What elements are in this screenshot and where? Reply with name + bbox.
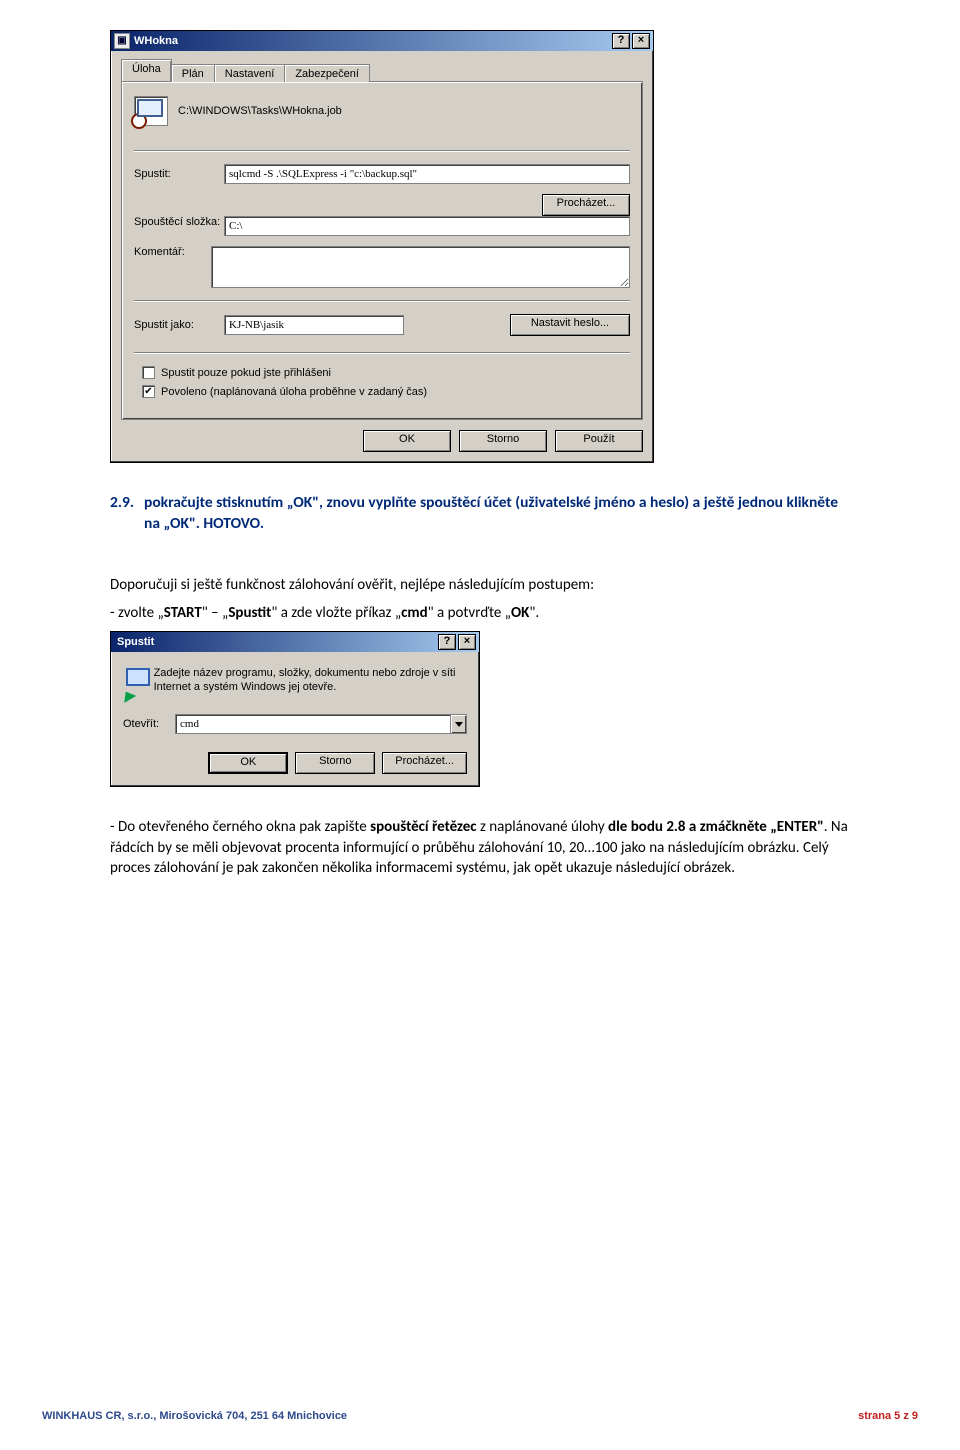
- cancel-button[interactable]: Storno: [459, 430, 547, 452]
- run-icon: [123, 666, 144, 698]
- comment-input[interactable]: [211, 246, 630, 288]
- divider: [134, 150, 630, 152]
- doc-para-intro: Doporučuji si ještě funkčnost zálohování…: [110, 575, 850, 595]
- open-input[interactable]: [175, 714, 451, 734]
- help-button[interactable]: ?: [612, 33, 630, 49]
- run-close-button[interactable]: ×: [458, 634, 476, 650]
- close-button[interactable]: ×: [632, 33, 650, 49]
- task-title: WHokna: [134, 35, 178, 47]
- task-path: C:\WINDOWS\Tasks\WHokna.job: [178, 105, 342, 117]
- label-startfolder: Spouštěcí složka:: [134, 216, 224, 228]
- label-only-logged: Spustit pouze pokud jste přihlášeni: [161, 367, 331, 379]
- tab-security[interactable]: Zabezpečení: [284, 64, 370, 82]
- chevron-down-icon: [455, 720, 463, 728]
- task-titlebar[interactable]: ▣ WHokna ? ×: [111, 31, 653, 51]
- run-title: Spustit: [117, 636, 154, 648]
- checkbox-enabled[interactable]: ✔: [142, 385, 155, 398]
- checkbox-only-logged[interactable]: [142, 366, 155, 379]
- doc-para-after: - Do otevřeného černého okna pak zapište…: [110, 817, 850, 878]
- doc-para-bullet: - zvolte „START" – „Spustit" a zde vložt…: [110, 603, 850, 623]
- set-password-button[interactable]: Nastavit heslo...: [510, 314, 630, 336]
- browse-button[interactable]: Procházet...: [542, 194, 630, 216]
- label-enabled: Povoleno (naplánovaná úloha proběhne v z…: [161, 386, 427, 398]
- open-dropdown-button[interactable]: [450, 714, 467, 734]
- step-number: 2.9.: [110, 493, 144, 535]
- run-titlebar[interactable]: Spustit ? ×: [111, 632, 479, 652]
- task-dialog: ▣ WHokna ? × Úloha Plán Nastavení Zabezp…: [110, 30, 654, 463]
- run-help-button[interactable]: ?: [438, 634, 456, 650]
- page-footer: WINKHAUS CR, s.r.o., Mirošovická 704, 25…: [0, 1410, 960, 1422]
- label-open: Otevřít:: [123, 718, 175, 730]
- task-app-icon: [134, 96, 168, 126]
- footer-page: strana 5 z 9: [858, 1410, 918, 1422]
- ok-button[interactable]: OK: [363, 430, 451, 452]
- command-input[interactable]: [224, 164, 630, 184]
- label-run: Spustit:: [134, 168, 224, 180]
- footer-company: WINKHAUS CR, s.r.o., Mirošovická 704, 25…: [42, 1410, 347, 1422]
- run-browse-button[interactable]: Procházet...: [382, 752, 467, 774]
- step-text: pokračujte stisknutím „OK", znovu vyplňt…: [144, 493, 850, 535]
- label-comment: Komentář:: [134, 246, 211, 258]
- run-description: Zadejte název programu, složky, dokument…: [154, 666, 467, 694]
- task-title-icon: ▣: [114, 33, 130, 49]
- tab-settings[interactable]: Nastavení: [214, 64, 286, 82]
- tab-task[interactable]: Úloha: [121, 59, 172, 81]
- task-tabs: Úloha Plán Nastavení Zabezpečení: [121, 59, 643, 81]
- doc-step-heading: 2.9. pokračujte stisknutím „OK", znovu v…: [110, 493, 850, 535]
- start-folder-input[interactable]: [224, 216, 630, 236]
- divider: [134, 352, 630, 354]
- label-runas: Spustit jako:: [134, 319, 224, 331]
- tab-schedule[interactable]: Plán: [171, 64, 215, 82]
- task-tab-body: C:\WINDOWS\Tasks\WHokna.job Spustit: Pro…: [121, 81, 643, 420]
- run-ok-button[interactable]: OK: [208, 752, 288, 774]
- apply-button[interactable]: Použít: [555, 430, 643, 452]
- run-dialog: Spustit ? × Zadejte název programu, slož…: [110, 631, 480, 787]
- runas-input[interactable]: [224, 315, 404, 335]
- divider: [134, 300, 630, 302]
- run-cancel-button[interactable]: Storno: [295, 752, 375, 774]
